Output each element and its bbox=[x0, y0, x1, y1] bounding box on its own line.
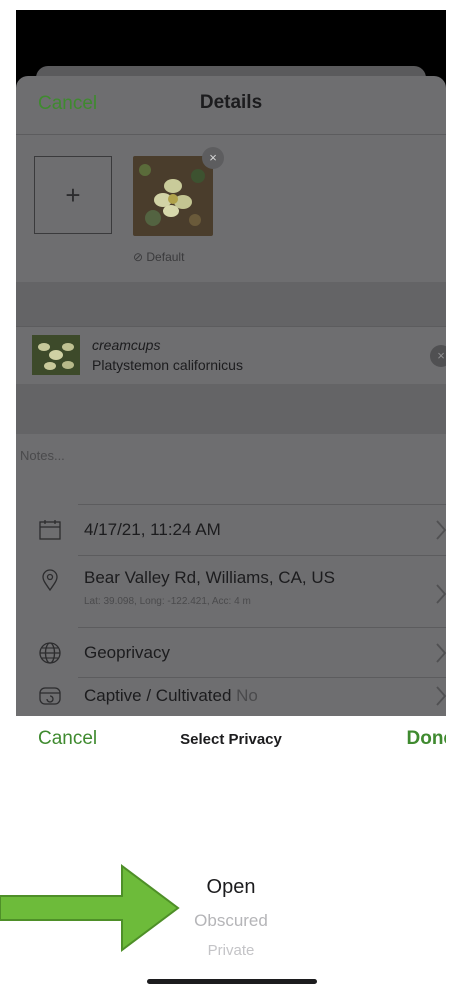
divider bbox=[78, 504, 446, 505]
details-title: Details bbox=[199, 92, 263, 113]
annotation-arrow-icon bbox=[0, 864, 180, 952]
notes-field[interactable]: Notes... bbox=[16, 434, 446, 504]
chevron-right-icon bbox=[436, 643, 446, 663]
details-nav-bar: Cancel Details bbox=[16, 76, 446, 135]
globe-icon bbox=[39, 642, 61, 664]
location-coordinates: Lat: 39.098, Long: -122.421, Acc: 4 m bbox=[84, 596, 251, 607]
date-text: 4/17/21, 11:24 AM bbox=[84, 520, 221, 539]
phone-screen: Cancel Details + × ⊘ Default creamcups P… bbox=[16, 10, 446, 1001]
remove-species-button[interactable]: × bbox=[430, 345, 446, 367]
species-row[interactable]: creamcups Platystemon californicus × bbox=[16, 326, 446, 386]
geoprivacy-text: Geoprivacy bbox=[84, 643, 170, 662]
picker-title: Select Privacy bbox=[180, 731, 282, 748]
observation-photo[interactable] bbox=[133, 156, 213, 236]
species-thumbnail bbox=[32, 335, 80, 375]
location-row[interactable]: Bear Valley Rd, Williams, CA, US Lat: 39… bbox=[16, 556, 446, 628]
date-row[interactable]: 4/17/21, 11:24 AM bbox=[16, 504, 446, 556]
remove-photo-button[interactable]: × bbox=[202, 147, 224, 169]
default-photo-label: ⊘ Default bbox=[133, 250, 185, 264]
section-separator bbox=[16, 282, 446, 326]
picker-done-button[interactable]: Done bbox=[407, 728, 447, 750]
captive-label: Captive / Cultivated bbox=[84, 686, 232, 705]
captive-row[interactable]: Captive / Cultivated No bbox=[16, 678, 446, 716]
captive-icon bbox=[39, 687, 61, 705]
section-separator bbox=[16, 384, 446, 434]
app-frame: Cancel Details + × ⊘ Default creamcups P… bbox=[0, 0, 462, 1001]
location-text: Bear Valley Rd, Williams, CA, US bbox=[84, 568, 335, 587]
chevron-right-icon bbox=[436, 584, 446, 604]
details-sheet: Cancel Details + × ⊘ Default creamcups P… bbox=[16, 76, 446, 716]
captive-text: Captive / Cultivated No bbox=[84, 686, 258, 706]
captive-value: No bbox=[236, 686, 258, 705]
add-photo-button[interactable]: + bbox=[34, 156, 112, 234]
species-scientific-name: Platystemon californicus bbox=[92, 357, 243, 373]
calendar-icon bbox=[39, 520, 61, 540]
notes-placeholder: Notes... bbox=[20, 448, 65, 463]
plus-icon: + bbox=[65, 179, 81, 210]
species-common-name: creamcups bbox=[92, 337, 161, 353]
chevron-right-icon bbox=[436, 520, 446, 540]
geoprivacy-row[interactable]: Geoprivacy bbox=[16, 628, 446, 678]
map-pin-icon bbox=[42, 569, 58, 592]
chevron-right-icon bbox=[436, 686, 446, 706]
home-indicator bbox=[147, 979, 317, 984]
